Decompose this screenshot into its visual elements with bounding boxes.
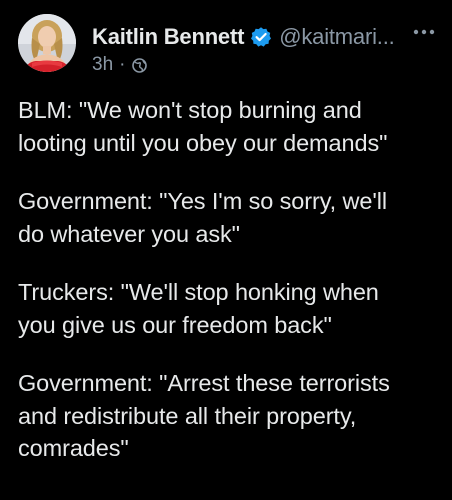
tweet-text: BLM: "We won't stop burning and looting … bbox=[18, 94, 438, 465]
verified-badge-icon bbox=[250, 26, 272, 48]
tweet-paragraph: Government: "Yes I'm so sorry, we'll do … bbox=[18, 188, 387, 247]
meta-separator: · bbox=[119, 54, 126, 75]
tweet-paragraph: BLM: "We won't stop burning and looting … bbox=[18, 97, 388, 156]
profile-photo bbox=[18, 14, 76, 72]
tweet-paragraph: Government: "Arrest these terrorists and… bbox=[18, 370, 390, 461]
author-handle[interactable]: @kaitmari... bbox=[279, 24, 394, 50]
globe-icon bbox=[131, 57, 148, 74]
tweet-card[interactable]: Kaitlin Bennett @kaitmari... 3h · BLM: "… bbox=[0, 0, 452, 500]
tweet-timestamp[interactable]: 3h bbox=[92, 54, 113, 76]
tweet-paragraph: Truckers: "We'll stop honking when you g… bbox=[18, 279, 379, 338]
author-display-name[interactable]: Kaitlin Bennett bbox=[92, 24, 244, 50]
tweet-meta: 3h · bbox=[92, 53, 148, 77]
author-header: Kaitlin Bennett @kaitmari... bbox=[92, 22, 395, 52]
more-options-icon[interactable] bbox=[410, 22, 438, 42]
author-avatar[interactable] bbox=[18, 14, 76, 72]
